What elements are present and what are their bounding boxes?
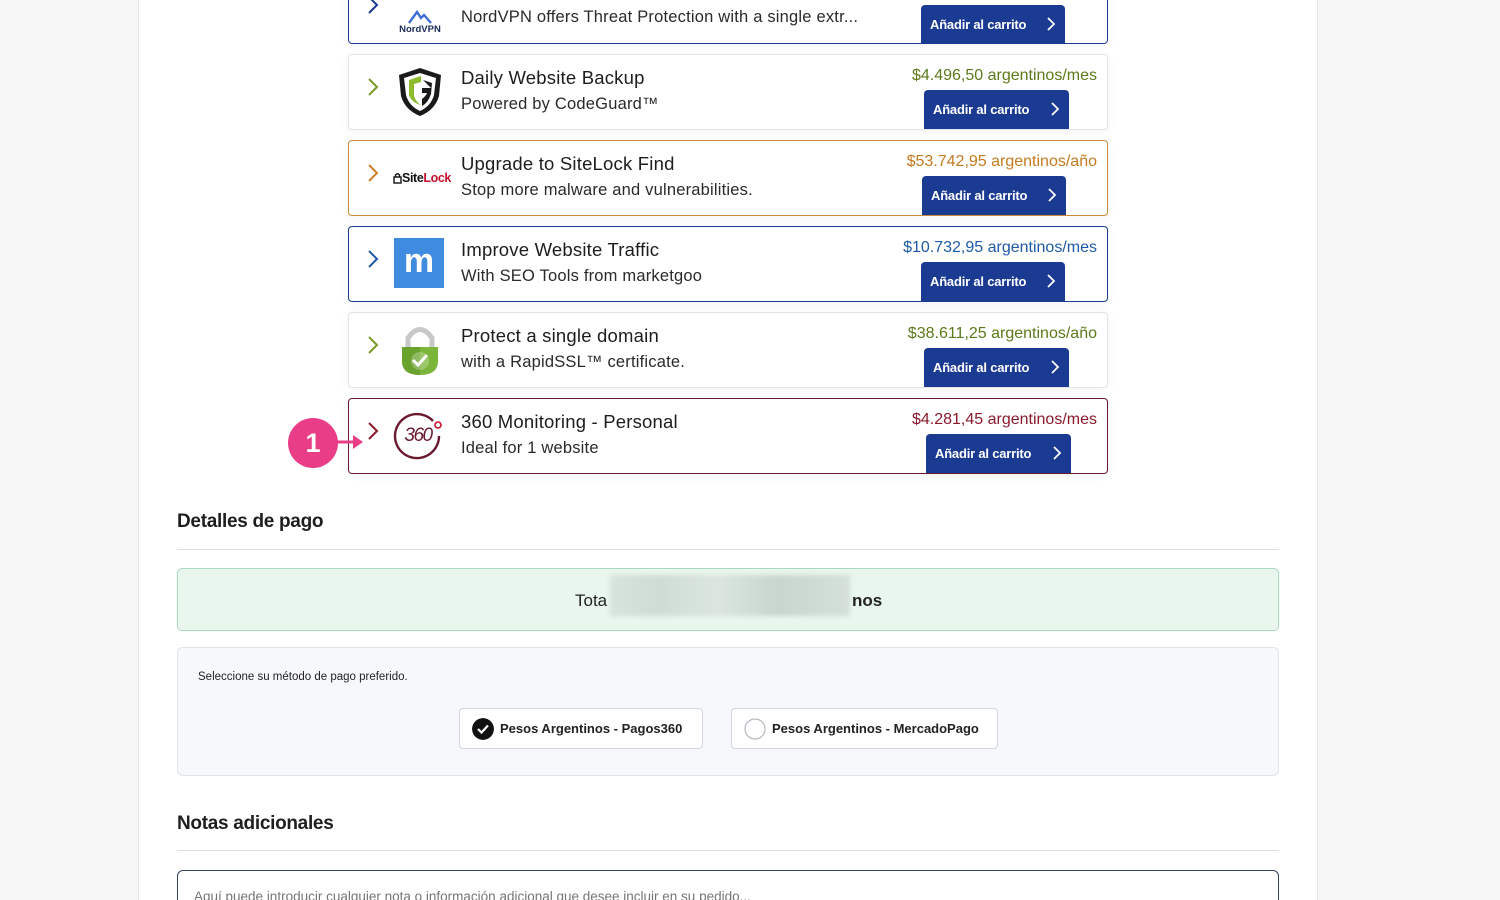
add-to-cart-label: Añadir al carrito bbox=[930, 17, 1027, 32]
sitelock-logo-text: SiteLock bbox=[402, 171, 451, 185]
redacted-total-amount bbox=[610, 575, 850, 616]
addon-360-monitoring[interactable]: 360 360 Monitoring - Personal Ideal for … bbox=[348, 398, 1108, 474]
chevron-right-icon[interactable] bbox=[363, 0, 383, 17]
payment-method-box: Seleccione su método de pago preferido. … bbox=[177, 647, 1279, 776]
chevron-right-icon bbox=[1053, 446, 1062, 460]
lock-icon bbox=[393, 173, 402, 184]
addon-description: Stop more malware and vulnerabilities. bbox=[461, 181, 753, 199]
add-to-cart-label: Añadir al carrito bbox=[933, 102, 1030, 117]
payment-option-label: Pesos Argentinos - Pagos360 bbox=[500, 721, 683, 736]
monitoring-360-logo: 360 bbox=[393, 411, 443, 461]
addon-description: with a RapidSSL™ certificate. bbox=[461, 353, 686, 371]
callout-arrow-icon bbox=[335, 435, 363, 449]
additional-notes-heading: Notas adicionales bbox=[177, 813, 334, 834]
chevron-right-icon[interactable] bbox=[363, 419, 383, 443]
payment-option-pagos360[interactable]: Pesos Argentinos - Pagos360 bbox=[459, 708, 703, 749]
payment-option-mercadopago[interactable]: Pesos Argentinos - MercadoPago bbox=[731, 708, 998, 749]
addon-rapidssl[interactable]: Protect a single domain with a RapidSSL™… bbox=[348, 312, 1108, 388]
add-to-cart-label: Añadir al carrito bbox=[931, 188, 1028, 203]
chevron-right-icon bbox=[1047, 274, 1056, 288]
add-to-cart-label: Añadir al carrito bbox=[935, 446, 1032, 461]
step-callout-badge: 1 bbox=[288, 418, 338, 468]
total-label: Tota bbox=[575, 591, 608, 610]
add-to-cart-label: Añadir al carrito bbox=[930, 274, 1027, 289]
monitoring-360-logo-text: 360 bbox=[404, 425, 433, 446]
add-to-cart-button[interactable]: Añadir al carrito bbox=[921, 5, 1065, 44]
add-to-cart-label: Añadir al carrito bbox=[933, 360, 1030, 375]
chevron-right-icon bbox=[1047, 17, 1056, 31]
addon-description: With SEO Tools from marketgoo bbox=[461, 267, 703, 285]
addon-title: Protect a single domain bbox=[461, 325, 659, 346]
addon-price: $53.742,95 argentinos/año bbox=[906, 153, 1097, 170]
addon-price: $4.496,50 argentinos/mes bbox=[911, 67, 1097, 84]
add-to-cart-button[interactable]: Añadir al carrito bbox=[922, 176, 1066, 215]
total-due-box: Tota nos bbox=[177, 568, 1279, 631]
add-to-cart-button[interactable]: Añadir al carrito bbox=[924, 348, 1069, 387]
unchecked-radio-icon[interactable] bbox=[744, 718, 766, 740]
addon-title: Daily Website Backup bbox=[461, 67, 645, 88]
addon-title: 360 Monitoring - Personal bbox=[461, 411, 678, 432]
sitelock-logo: SiteLock bbox=[387, 151, 457, 205]
checked-radio-icon[interactable] bbox=[472, 718, 494, 740]
addon-codeguard[interactable]: Daily Website Backup Powered by CodeGuar… bbox=[348, 54, 1108, 130]
chevron-right-icon[interactable] bbox=[363, 161, 383, 185]
addon-price: $10.732,95 argentinos/mes bbox=[903, 239, 1097, 256]
chevron-right-icon bbox=[1048, 188, 1057, 202]
addon-nordvpn[interactable]: NordVPN NordVPN offers Threat Protection… bbox=[348, 0, 1108, 44]
chevron-right-icon[interactable] bbox=[363, 247, 383, 271]
additional-notes-input[interactable] bbox=[177, 870, 1279, 900]
addon-price: $4.281,45 argentinos/mes bbox=[911, 411, 1097, 428]
marketgoo-logo-text: m bbox=[403, 242, 435, 280]
payment-details-heading: Detalles de pago bbox=[177, 511, 324, 532]
addon-description: Powered by CodeGuard™ bbox=[461, 95, 659, 113]
chevron-right-icon[interactable] bbox=[363, 333, 383, 357]
chevron-right-icon bbox=[1051, 360, 1060, 374]
total-currency-suffix: nos bbox=[852, 591, 883, 610]
addon-description: NordVPN offers Threat Protection with a … bbox=[461, 8, 859, 26]
nordvpn-logo-text: NordVPN bbox=[399, 23, 441, 35]
addon-price: $38.611,25 argentinos/año bbox=[907, 325, 1097, 342]
marketgoo-logo: m bbox=[394, 238, 444, 288]
codeguard-shield-icon bbox=[393, 65, 447, 119]
chevron-right-icon bbox=[1051, 102, 1060, 116]
addon-marketgoo[interactable]: m Improve Website Traffic With SEO Tools… bbox=[348, 226, 1108, 302]
addon-title: Improve Website Traffic bbox=[461, 239, 660, 260]
addon-sitelock[interactable]: SiteLock Upgrade to SiteLock Find Stop m… bbox=[348, 140, 1108, 216]
nordvpn-mountain-icon bbox=[408, 9, 432, 24]
divider bbox=[177, 850, 1279, 851]
divider bbox=[177, 549, 1279, 550]
addon-description: Ideal for 1 website bbox=[461, 439, 599, 457]
addon-title: Upgrade to SiteLock Find bbox=[461, 153, 675, 174]
add-to-cart-button[interactable]: Añadir al carrito bbox=[921, 262, 1065, 301]
nordvpn-logo: NordVPN bbox=[393, 0, 447, 49]
padlock-check-icon bbox=[393, 323, 447, 377]
add-to-cart-button[interactable]: Añadir al carrito bbox=[924, 90, 1069, 129]
add-to-cart-button[interactable]: Añadir al carrito bbox=[926, 434, 1071, 473]
payment-option-label: Pesos Argentinos - MercadoPago bbox=[772, 721, 979, 736]
chevron-right-icon[interactable] bbox=[363, 75, 383, 99]
payment-method-hint: Seleccione su método de pago preferido. bbox=[198, 671, 408, 683]
